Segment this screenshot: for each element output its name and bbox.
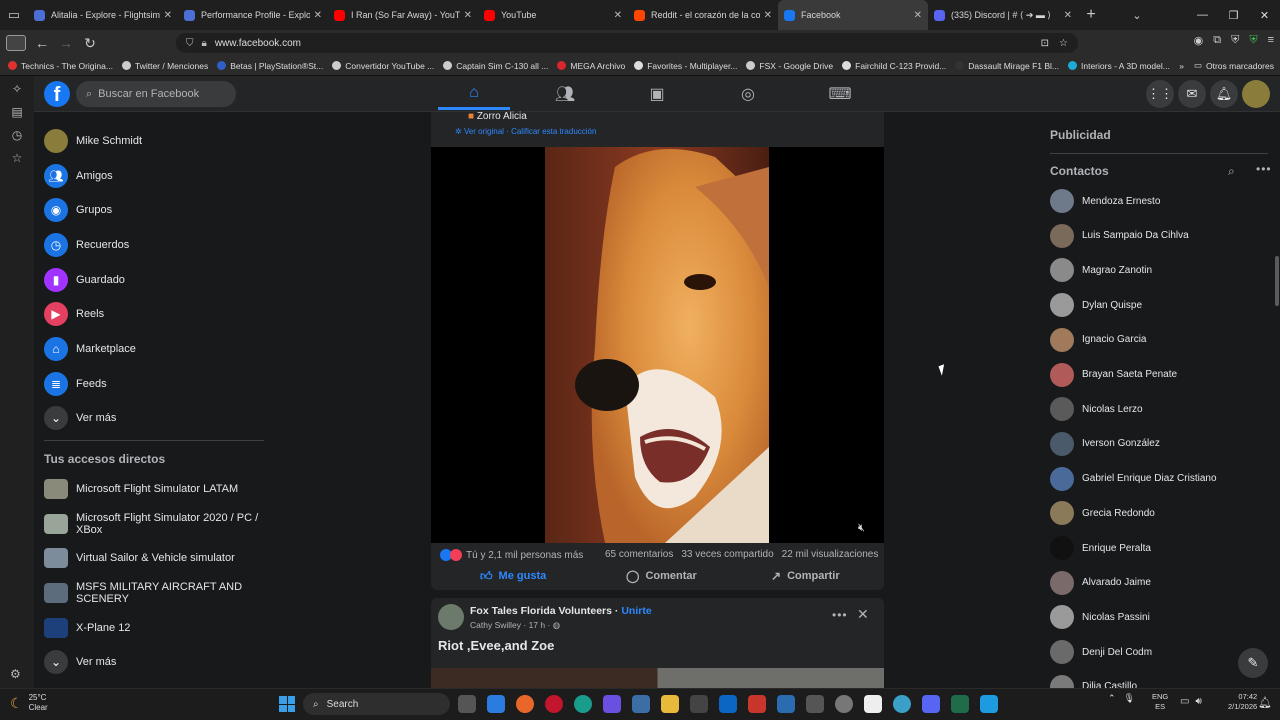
opera-app-icon[interactable] — [545, 695, 563, 713]
lang-code: ENG — [1152, 692, 1169, 701]
task-view-icon[interactable] — [458, 695, 476, 713]
moon-weather-icon: ☾ — [10, 694, 23, 711]
contact-name: Grecia Redondo — [1082, 507, 1155, 519]
app-icon-9[interactable] — [980, 695, 998, 713]
tray-icons: ▭ 🔊︎ — [1180, 696, 1202, 707]
app-icon-4[interactable] — [806, 695, 824, 713]
contact-name: Luis Sampaio Da Cihlva — [1082, 230, 1189, 242]
firefox-app-icon[interactable] — [516, 695, 534, 713]
mail-app-icon[interactable] — [719, 695, 737, 713]
app-icon-1[interactable] — [632, 695, 650, 713]
volume-icon[interactable]: 🔊︎ — [1195, 696, 1201, 707]
contact-item[interactable]: Enrique Peralta — [1050, 531, 1270, 565]
contact-name: Denji Del Codm — [1082, 646, 1153, 658]
contact-avatar — [1050, 674, 1074, 688]
discord-app-icon[interactable] — [922, 695, 940, 713]
contact-name: Alvarado Jaime — [1082, 577, 1151, 589]
contact-avatar — [1050, 431, 1074, 456]
search-icon: ⌕ — [313, 698, 319, 710]
contact-item[interactable]: Luis Sampaio Da Cihlva — [1050, 219, 1270, 253]
network-icon[interactable]: ▭ — [1180, 696, 1189, 707]
contact-name: Nicolas Passini — [1082, 611, 1150, 623]
contact-item[interactable]: Grecia Redondo — [1050, 496, 1270, 530]
copilot-app-icon[interactable] — [603, 695, 621, 713]
contact-avatar — [1050, 293, 1074, 318]
weather-temp: 25°C — [28, 693, 47, 702]
contact-item[interactable]: Nicolas Lerzo — [1050, 392, 1270, 426]
contact-avatar — [1050, 640, 1074, 665]
app-icon-2[interactable] — [748, 695, 766, 713]
contact-item[interactable]: Gabriel Enrique Diaz Cristiano — [1050, 462, 1270, 496]
language-indicator[interactable]: ENG ES — [1152, 692, 1168, 712]
widgets-app-icon[interactable] — [487, 695, 505, 713]
contact-name: Gabriel Enrique Diaz Cristiano — [1082, 473, 1217, 485]
contact-name: Iverson González — [1082, 438, 1160, 450]
start-button[interactable] — [279, 696, 295, 712]
contact-item[interactable]: Dylan Quispe — [1050, 288, 1270, 322]
system-tray: ⌃ 🎙︎ — [1108, 693, 1135, 704]
contact-name: Enrique Peralta — [1082, 542, 1151, 554]
store-app-icon[interactable] — [690, 695, 708, 713]
contact-name: Dylan Quispe — [1082, 299, 1143, 311]
contact-avatar — [1050, 466, 1074, 491]
contact-avatar — [1050, 189, 1074, 213]
contact-item[interactable]: Ignacio Garcia — [1050, 323, 1270, 357]
contact-name: Mendoza Ernesto — [1082, 195, 1161, 207]
contact-name: Dilia Castillo — [1082, 681, 1138, 688]
contact-item[interactable]: Dilia Castillo — [1050, 670, 1270, 688]
contact-avatar — [1050, 362, 1074, 387]
contact-item[interactable]: Nicolas Passini — [1050, 600, 1270, 634]
app-icon-8[interactable] — [951, 695, 969, 713]
contact-avatar — [1050, 327, 1074, 352]
clock-time: 07:42 — [1238, 692, 1258, 701]
contact-name: Nicolas Lerzo — [1082, 403, 1143, 415]
tray-overflow-icon[interactable]: ⌃ — [1108, 693, 1116, 704]
contact-item[interactable]: Alvarado Jaime — [1050, 566, 1270, 600]
contact-item[interactable]: Denji Del Codm — [1050, 635, 1270, 669]
contact-name: Magrao Zanotin — [1082, 264, 1153, 276]
contact-avatar — [1050, 397, 1074, 422]
weather-desc: Clear — [28, 703, 48, 712]
contact-avatar — [1050, 223, 1074, 248]
contact-avatar — [1050, 258, 1074, 283]
contact-name: Brayan Saeta Penate — [1082, 369, 1178, 380]
contact-item[interactable]: Magrao Zanotin — [1050, 253, 1270, 287]
app-icon-7[interactable] — [893, 695, 911, 713]
contact-avatar — [1050, 570, 1074, 595]
taskbar-search-label: Search — [326, 698, 359, 710]
contact-item[interactable]: Brayan Saeta Penate — [1050, 358, 1270, 392]
weather-widget[interactable]: ☾ 25°C Clear — [10, 693, 48, 713]
new-message-button[interactable]: ✎ — [1238, 648, 1268, 678]
keyboard-layout: ES — [1155, 702, 1166, 711]
contact-name: Ignacio Garcia — [1082, 334, 1147, 346]
file-explorer-icon[interactable] — [661, 695, 679, 713]
app-icon-6[interactable] — [864, 695, 882, 713]
clock[interactable]: 07:42 2/1/2026 — [1228, 692, 1257, 712]
scrollbar[interactable] — [1275, 256, 1279, 306]
notification-bell-icon[interactable]: 🔔︎ — [1258, 696, 1272, 709]
contact-avatar — [1050, 501, 1074, 526]
clock-date: 2/1/2026 — [1228, 702, 1258, 711]
taskbar-search[interactable]: ⌕ Search — [303, 693, 450, 715]
edge-app-icon[interactable] — [574, 695, 592, 713]
app-icon-5[interactable] — [835, 695, 853, 713]
app-icon-3[interactable] — [777, 695, 795, 713]
contact-avatar — [1050, 536, 1074, 560]
contact-avatar — [1050, 605, 1074, 630]
contact-item[interactable]: Iverson González — [1050, 427, 1270, 461]
microphone-icon[interactable]: 🎙︎ — [1124, 693, 1135, 704]
contact-item[interactable]: Mendoza Ernesto — [1050, 184, 1270, 218]
